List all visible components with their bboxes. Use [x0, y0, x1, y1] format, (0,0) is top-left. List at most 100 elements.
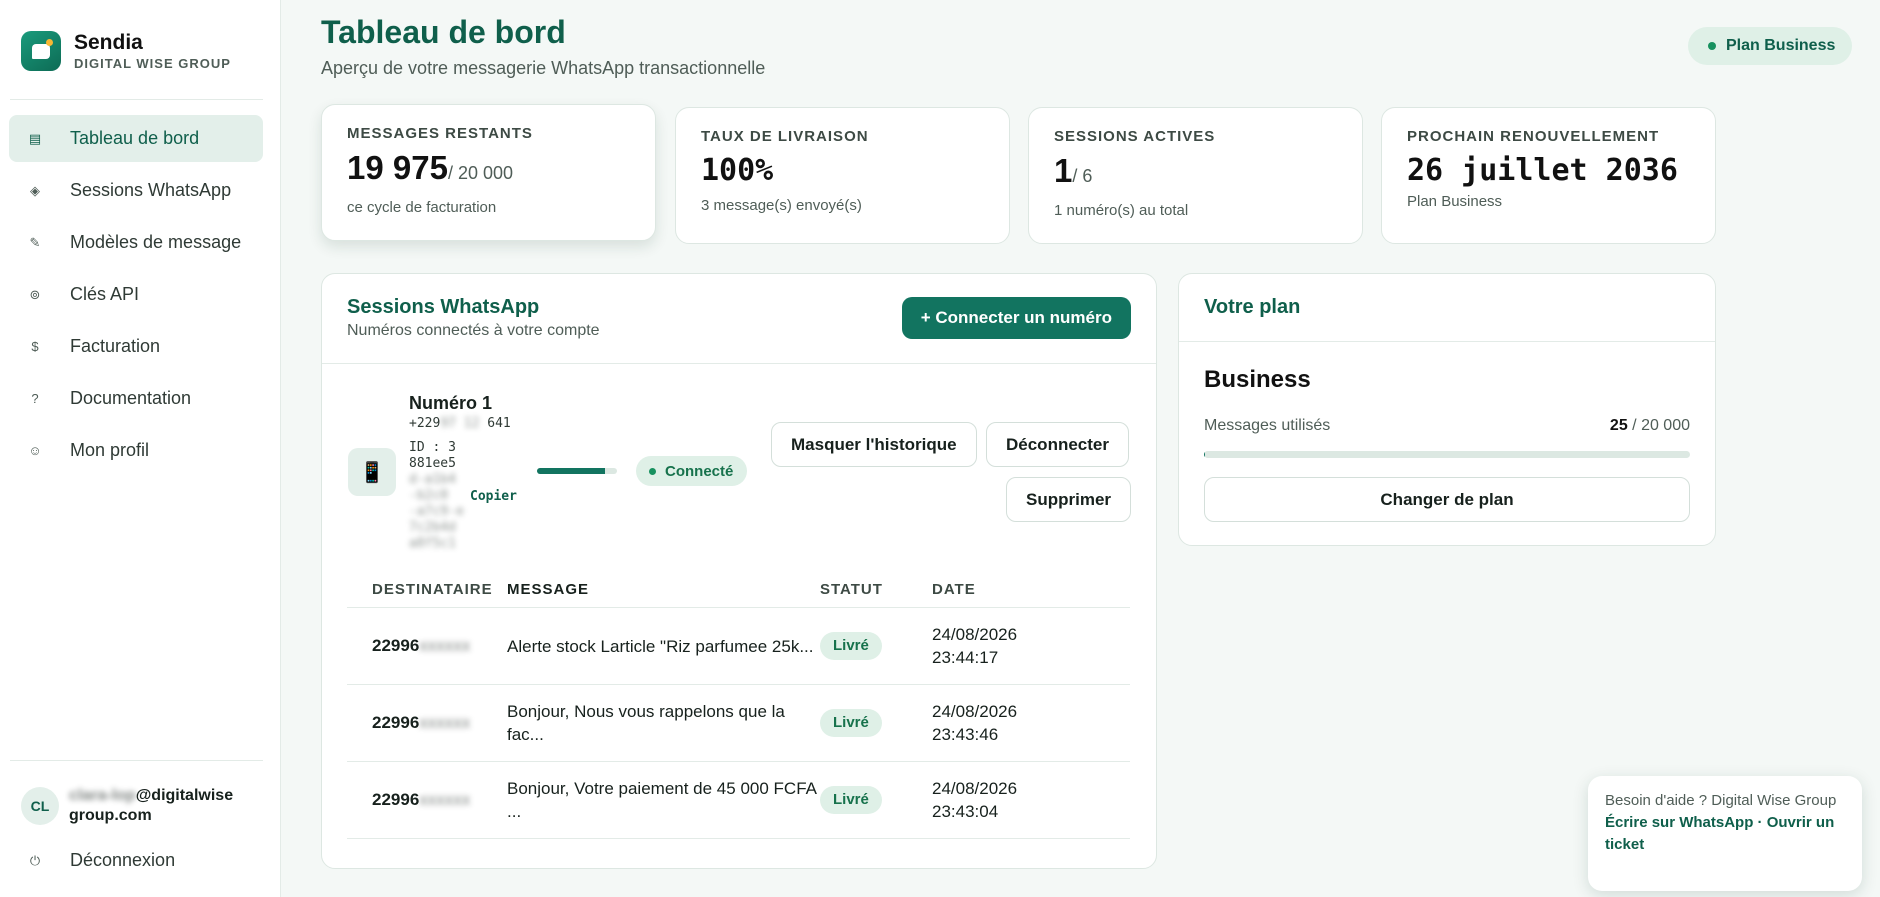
sidebar-item-sessions[interactable]: ◈ Sessions WhatsApp	[9, 167, 263, 214]
stat-card-remaining: MESSAGES RESTANTS 19 975/ 20 000 ce cycl…	[321, 104, 656, 241]
sidebar-item-label: Mon profil	[70, 440, 150, 460]
status-dot-icon	[649, 467, 656, 475]
brand[interactable]: Sendia DIGITAL WISE GROUP	[21, 31, 231, 71]
sidebar-item-label: Tableau de bord	[70, 128, 200, 148]
sidebar-item-api-keys[interactable]: ⊚ Clés API	[9, 271, 263, 318]
usage-progress	[1204, 451, 1690, 458]
stat-card-delivery: TAUX DE LIVRAISON 100% 3 message(s) envo…	[675, 107, 1010, 244]
status-label: Connecté	[665, 462, 734, 480]
sidebar-item-label: Modèles de message	[70, 232, 242, 252]
delete-button[interactable]: Supprimer	[1006, 477, 1132, 522]
help-separator: ·	[1757, 814, 1763, 831]
usage-value: 25 / 20 000	[1609, 417, 1690, 434]
stat-label: MESSAGES RESTANTS	[347, 125, 533, 142]
stat-note: 3 message(s) envoyé(s)	[701, 197, 862, 214]
logout-label: Déconnexion	[70, 850, 176, 870]
sidebar-divider	[10, 99, 263, 100]
column-header: DATE	[932, 580, 976, 598]
status-cell: Livré	[820, 786, 932, 814]
status-badge: Livré	[820, 632, 882, 660]
logout-button[interactable]: ⏻ Déconnexion	[27, 850, 175, 871]
page-subtitle: Aperçu de votre messagerie WhatsApp tran…	[321, 58, 766, 78]
stat-note: Plan Business	[1407, 193, 1503, 210]
session-name: Numéro 1	[409, 393, 493, 413]
stat-value: 19 975/ 20 000	[347, 149, 513, 186]
sidebar-item-templates[interactable]: ✎ Modèles de message	[9, 219, 263, 266]
stat-label: PROCHAIN RENOUVELLEMENT	[1407, 128, 1660, 145]
status-dot-icon	[1708, 42, 1716, 50]
table-row: 22996xxxxxx Bonjour, Votre paiement de 4…	[347, 762, 1130, 839]
message-cell: Bonjour, Nous vous rappelons que la fac.…	[507, 702, 785, 744]
stat-card-renewal: PROCHAIN RENOUVELLEMENT 26 juillet 2036 …	[1381, 107, 1716, 244]
hide-history-button[interactable]: Masquer l'historique	[771, 422, 977, 467]
plan-card: Votre plan Business Messages utilisés 25…	[1178, 273, 1716, 546]
recipient-cell: 22996xxxxxx	[372, 713, 471, 732]
session-progress	[537, 468, 617, 474]
power-icon: ⏻	[29, 852, 41, 868]
sidebar-item-label: Documentation	[70, 388, 192, 408]
user-email: clara-lop@digitalwisegroup.com	[69, 787, 234, 824]
sidebar: Sendia DIGITAL WISE GROUP ▤ Tableau de b…	[0, 0, 281, 897]
recipient-cell: 22996xxxxxx	[372, 790, 471, 809]
stat-note: 1 numéro(s) au total	[1054, 202, 1189, 219]
avatar: CL	[21, 787, 59, 825]
status-cell: Livré	[820, 709, 932, 737]
dollar-icon: $	[31, 339, 39, 354]
status-badge: Livré	[820, 786, 882, 814]
table-header: DESTINATAIRE MESSAGE STATUT DATE	[347, 571, 1130, 608]
stat-card-sessions: SESSIONS ACTIVES 1/ 6 1 numéro(s) au tot…	[1028, 107, 1363, 244]
help-widget: Besoin d'aide ? Digital Wise Group Écrir…	[1588, 776, 1862, 891]
status-badge: Livré	[820, 709, 882, 737]
sidebar-item-documentation[interactable]: ? Documentation	[9, 375, 263, 422]
copy-id-button[interactable]: Copier	[470, 489, 517, 504]
sidebar-item-dashboard[interactable]: ▤ Tableau de bord	[9, 115, 263, 162]
column-header: MESSAGE	[507, 580, 590, 598]
stat-note: ce cycle de facturation	[347, 199, 497, 216]
change-plan-button[interactable]: Changer de plan	[1204, 477, 1690, 522]
plan-card-header: Votre plan	[1179, 274, 1715, 342]
message-cell: Alerte stock Larticle "Riz parfumee 25k.…	[507, 636, 814, 656]
status-cell: Livré	[820, 632, 932, 660]
session-id: ID : 3 881ee5 d-a1b4 -b2c0 -a7c9-e 7c2b4…	[409, 440, 464, 551]
sidebar-divider	[10, 760, 263, 761]
column-header: STATUT	[820, 580, 883, 598]
sessions-card-header: Sessions WhatsApp Numéros connectés à vo…	[322, 274, 1156, 364]
messages-table: DESTINATAIRE MESSAGE STATUT DATE 22996xx…	[347, 571, 1130, 839]
stat-value: 26 juillet 2036	[1407, 153, 1678, 188]
stat-value: 100%	[701, 153, 774, 188]
smiley-icon: ☺	[28, 443, 42, 458]
sessions-icon: ◈	[30, 182, 40, 198]
sidebar-item-label: Clés API	[70, 284, 140, 304]
stat-value: 1/ 6	[1054, 152, 1093, 189]
date-cell: 24/08/2026 23:43:46	[932, 702, 1018, 744]
usage-label: Messages utilisés	[1204, 417, 1331, 434]
stat-label: SESSIONS ACTIVES	[1054, 128, 1216, 145]
dashboard-icon: ▤	[28, 130, 42, 146]
stat-label: TAUX DE LIVRAISON	[701, 128, 869, 145]
plan-card-title: Votre plan	[1204, 296, 1301, 318]
sidebar-item-billing[interactable]: $ Facturation	[9, 323, 263, 370]
column-header: DESTINATAIRE	[372, 580, 493, 598]
brand-name: Sendia	[74, 31, 143, 54]
plan-name: Business	[1204, 366, 1311, 393]
key-icon: ⊚	[29, 286, 41, 302]
recipient-cell: 22996xxxxxx	[372, 636, 471, 655]
pencil-icon: ✎	[29, 234, 41, 250]
connect-number-button[interactable]: + Connecter un numéro	[901, 297, 1131, 339]
status-badge: Connecté	[636, 456, 748, 486]
message-cell: Bonjour, Votre paiement de 45 000 FCFA .…	[507, 779, 817, 821]
sidebar-item-profile[interactable]: ☺ Mon profil	[9, 427, 263, 474]
sidebar-nav: ▤ Tableau de bord ◈ Sessions WhatsApp ✎ …	[9, 115, 263, 479]
disconnect-button[interactable]: Déconnecter	[986, 422, 1129, 467]
plan-badge-label: Plan Business	[1726, 37, 1836, 54]
sidebar-item-label: Sessions WhatsApp	[70, 180, 232, 200]
table-row: 22996xxxxxx Bonjour, Nous vous rappelons…	[347, 685, 1130, 762]
table-row: 22996xxxxxx Alerte stock Larticle "Riz p…	[347, 608, 1130, 685]
brand-subtitle: DIGITAL WISE GROUP	[74, 56, 231, 71]
date-cell: 24/08/2026 23:43:04	[932, 779, 1018, 821]
user-block[interactable]: CL clara-lop@digitalwisegroup.com	[21, 786, 239, 826]
sessions-card: Sessions WhatsApp Numéros connectés à vo…	[321, 273, 1157, 869]
plan-badge: Plan Business	[1688, 27, 1853, 65]
question-icon: ?	[31, 391, 39, 406]
whatsapp-help-link[interactable]: Écrire sur WhatsApp	[1605, 814, 1753, 831]
